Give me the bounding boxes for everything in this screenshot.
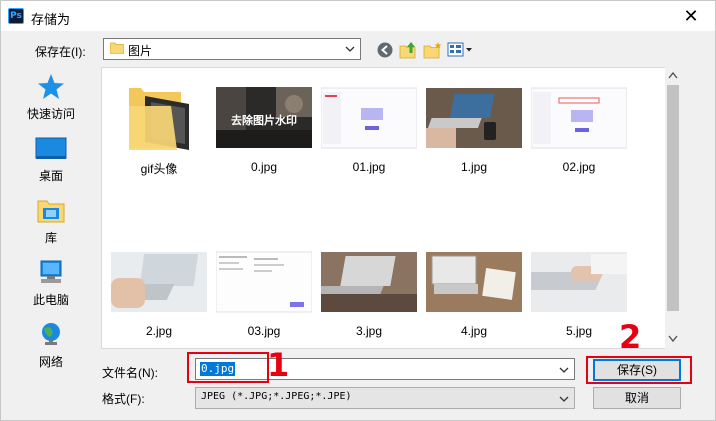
vertical-scrollbar[interactable] (665, 67, 681, 349)
file-name: 5.jpg (565, 324, 593, 338)
image-thumbnail (531, 87, 627, 149)
file-item[interactable]: 3.jpg (321, 248, 417, 348)
new-folder-icon[interactable] (423, 41, 443, 59)
desktop-icon (35, 137, 67, 159)
image-thumbnail (426, 252, 522, 312)
file-name: 3.jpg (355, 324, 383, 338)
chevron-down-icon[interactable] (558, 393, 570, 405)
folder-icon (129, 88, 189, 150)
sidebar-item-label: 网络 (38, 355, 63, 369)
file-item[interactable]: 02.jpg (531, 84, 627, 196)
computer-icon (40, 260, 62, 283)
file-name: 4.jpg (460, 324, 488, 338)
format-value: JPEG (*.JPG;*.JPEG;*.JPE) (201, 391, 352, 402)
annotation-number-1: 1 (267, 346, 290, 384)
chevron-down-icon[interactable] (558, 364, 570, 376)
image-thumbnail (321, 87, 417, 149)
close-icon[interactable]: ✕ (679, 4, 703, 28)
file-name: gif头像 (140, 162, 178, 176)
scroll-down-icon[interactable] (668, 335, 678, 343)
scroll-up-icon[interactable] (668, 71, 678, 79)
image-thumbnail (426, 88, 522, 148)
file-item[interactable]: 4.jpg (426, 248, 522, 348)
annotation-number-2: 2 (619, 318, 642, 356)
sidebar-item-desktop[interactable]: 桌面 (1, 135, 101, 197)
save-in-label: 保存在(I): (35, 45, 86, 59)
sidebar-item-quick-access[interactable]: 快速访问 (1, 73, 101, 135)
chevron-down-icon[interactable] (344, 43, 356, 55)
places-sidebar: 快速访问 桌面 库 此电脑 网络 (1, 67, 97, 369)
folder-icon (110, 42, 124, 54)
up-folder-icon[interactable] (399, 41, 419, 59)
file-item[interactable]: 去除图片水印 0.jpg (216, 84, 312, 196)
file-item[interactable]: 1.jpg (426, 84, 522, 196)
location-combobox[interactable]: 图片 (103, 38, 361, 60)
format-select[interactable]: JPEG (*.JPG;*.JPEG;*.JPE) (195, 387, 575, 409)
cancel-button[interactable]: 取消 (593, 387, 681, 409)
star-icon (38, 74, 64, 99)
thumbnail-caption: 去除图片水印 (231, 115, 297, 127)
sidebar-item-label: 库 (44, 231, 57, 245)
sidebar-item-label: 快速访问 (26, 107, 75, 121)
file-name: 03.jpg (247, 324, 281, 338)
title-bar: Ps 存储为 ✕ (1, 1, 715, 31)
photoshop-app-icon: Ps (8, 8, 24, 24)
back-icon[interactable] (376, 41, 394, 59)
file-item-folder[interactable]: gif头像 (111, 84, 207, 196)
file-name: 1.jpg (460, 160, 488, 174)
library-icon (37, 200, 65, 223)
file-list[interactable]: gif头像 去除图片水印 0.jpg 01.jpg 1.jpg 02.jpg 2… (101, 67, 681, 349)
network-icon (42, 323, 60, 345)
file-name: 2.jpg (145, 324, 173, 338)
filename-label: 文件名(N): (102, 366, 158, 380)
window-title: 存储为 (31, 12, 71, 27)
annotation-box-save (586, 356, 692, 384)
format-label: 格式(F): (102, 392, 145, 406)
location-text: 图片 (128, 44, 153, 58)
image-thumbnail (111, 252, 207, 312)
sidebar-item-label: 此电脑 (32, 293, 69, 307)
sidebar-item-label: 桌面 (38, 169, 63, 183)
annotation-box-filename (187, 352, 269, 383)
file-item[interactable]: 5.jpg (531, 248, 627, 348)
sidebar-item-network[interactable]: 网络 (1, 321, 101, 383)
image-thumbnail (531, 252, 627, 312)
file-item[interactable]: 2.jpg (111, 248, 207, 348)
file-name: 0.jpg (250, 160, 278, 174)
save-as-dialog: Ps 存储为 ✕ 保存在(I): 图片 快速访问 桌面 库 此电脑 网络 gif… (0, 0, 716, 421)
file-name: 02.jpg (562, 160, 596, 174)
scrollbar-thumb[interactable] (667, 85, 679, 311)
view-menu-icon[interactable] (447, 41, 473, 59)
file-item[interactable]: 03.jpg (216, 248, 312, 348)
image-thumbnail (321, 252, 417, 312)
file-item[interactable]: 01.jpg (321, 84, 417, 196)
file-name: 01.jpg (352, 160, 386, 174)
sidebar-item-library[interactable]: 库 (1, 197, 101, 259)
image-thumbnail (216, 251, 312, 313)
sidebar-item-this-pc[interactable]: 此电脑 (1, 259, 101, 321)
